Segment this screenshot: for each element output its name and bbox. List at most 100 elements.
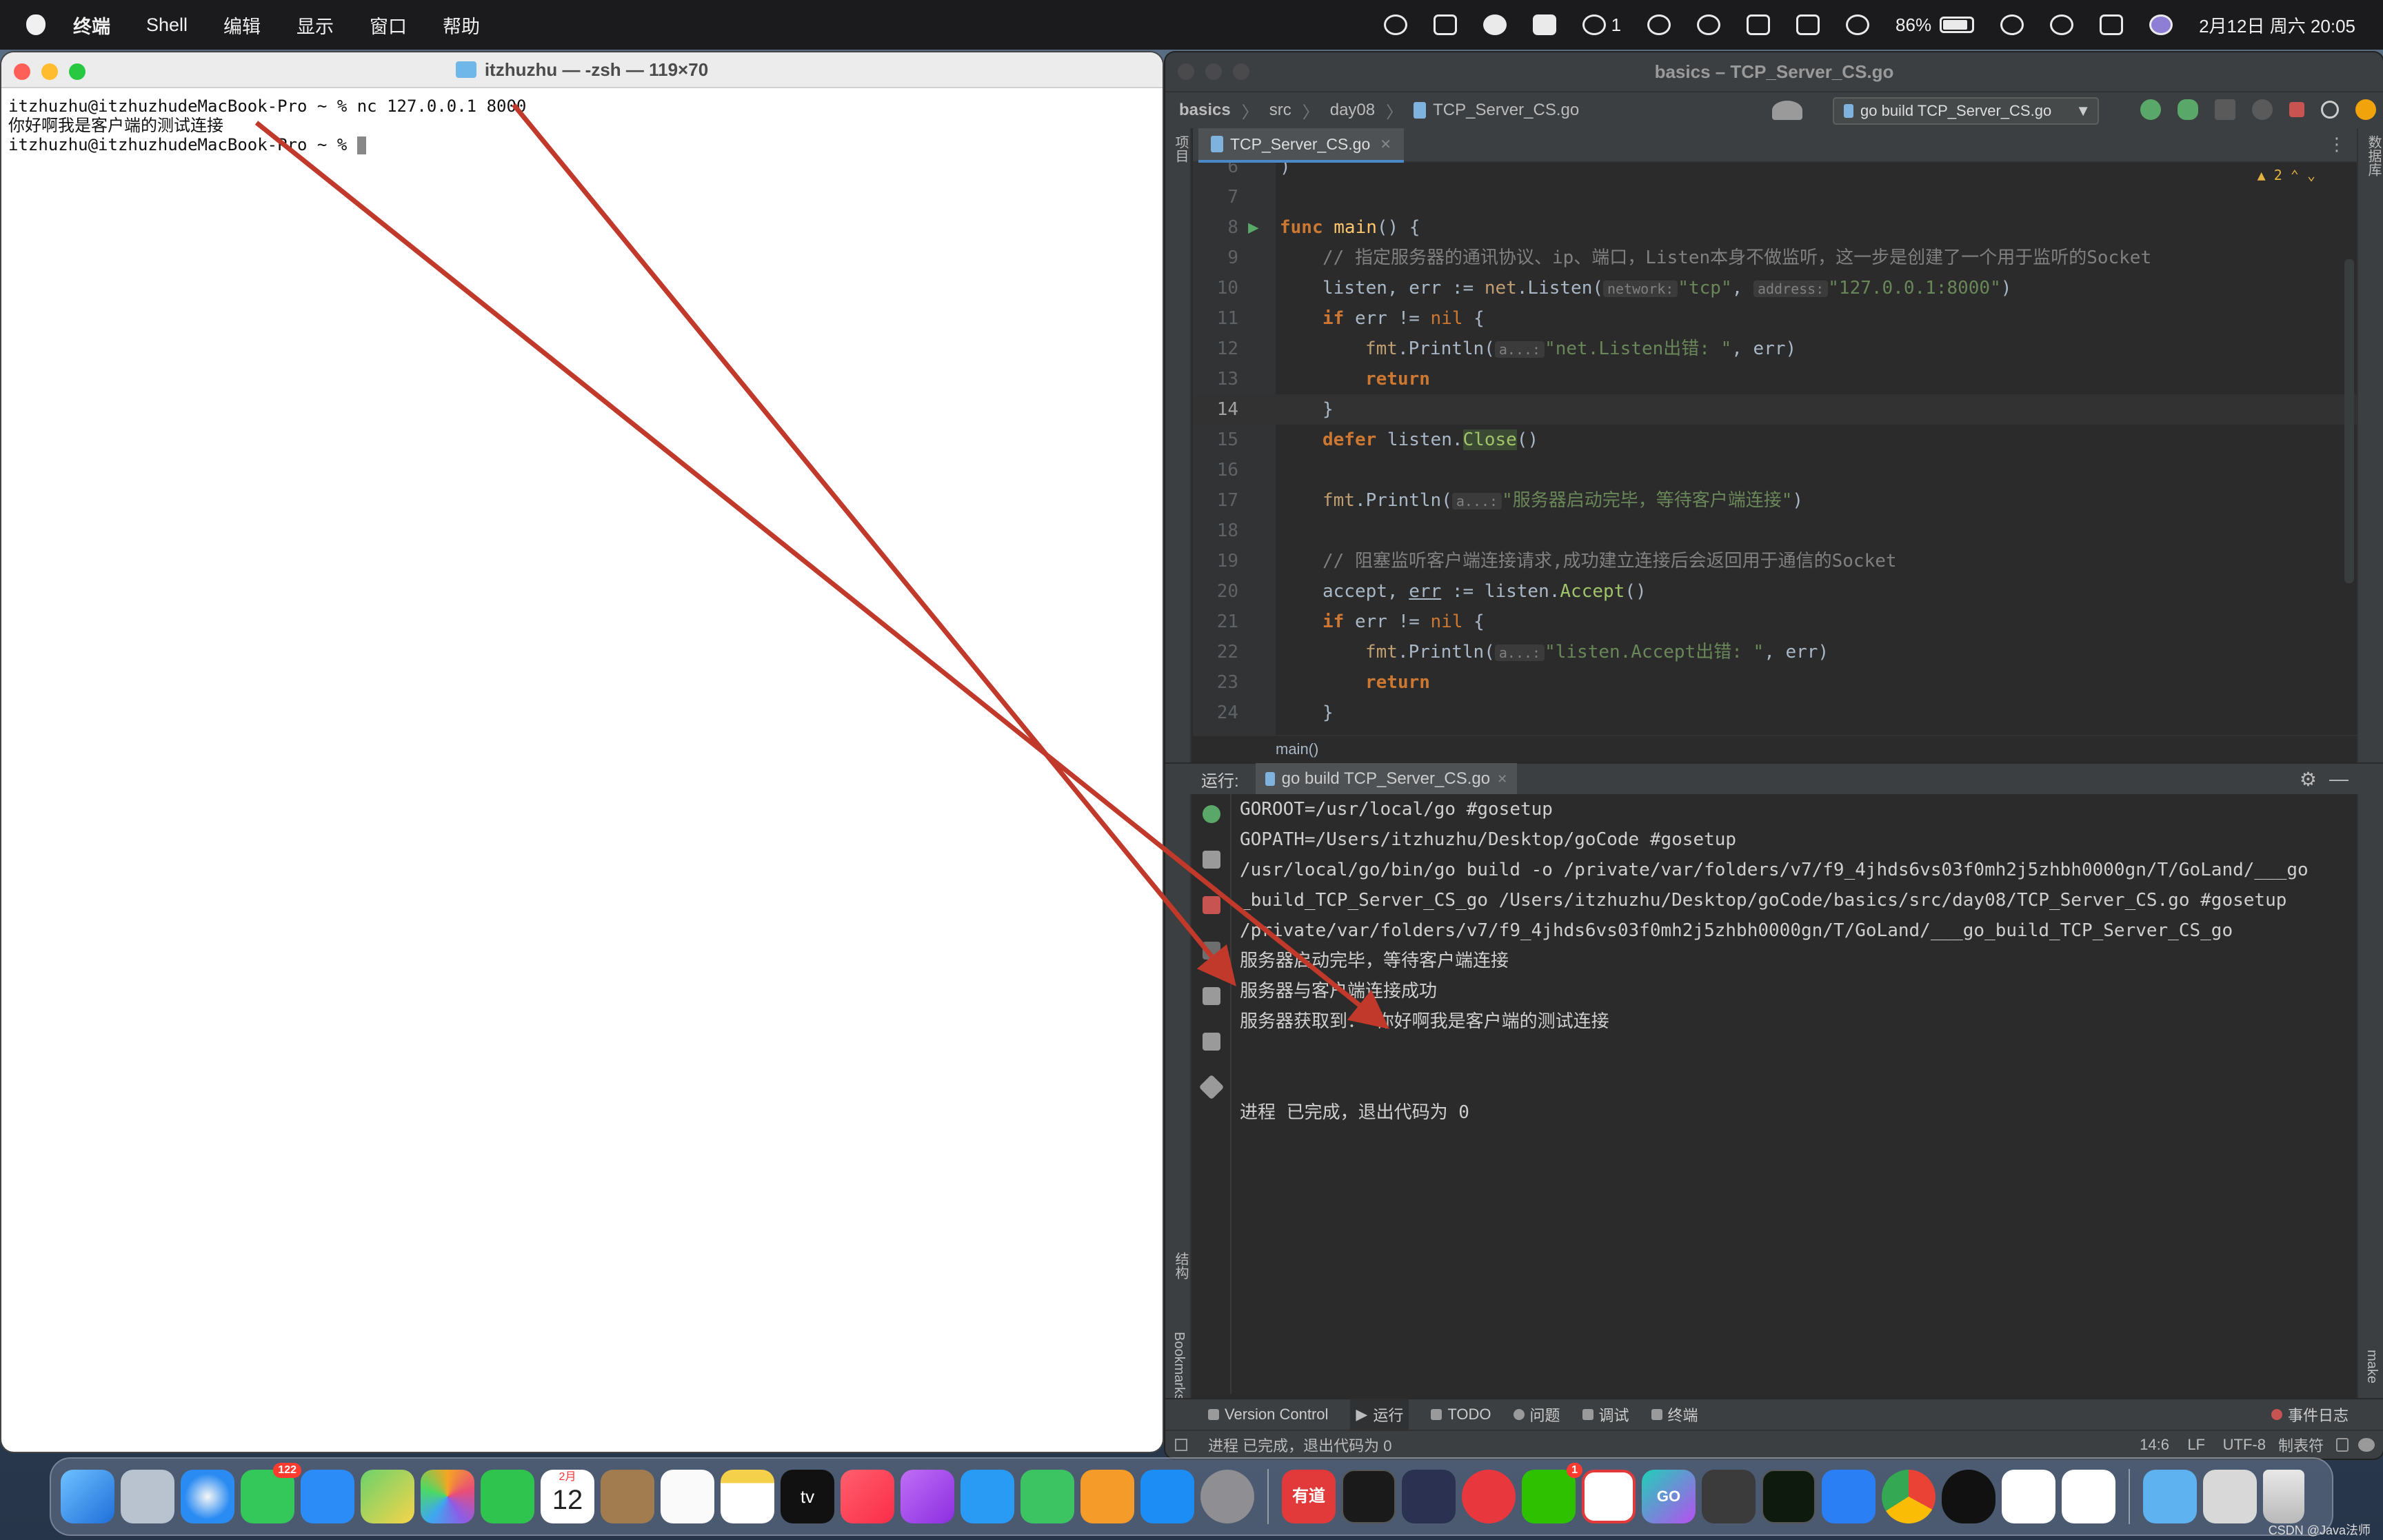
wps-office-icon[interactable]	[1582, 1470, 1636, 1523]
wechat-status[interactable]: 1	[1582, 14, 1621, 36]
facetime-icon[interactable]	[481, 1470, 534, 1523]
close-tab-icon[interactable]: ✕	[1497, 772, 1507, 787]
user-account-icon[interactable]	[1772, 101, 1802, 120]
qq-tray-icon[interactable]	[1697, 14, 1721, 35]
contacts-icon[interactable]	[601, 1470, 654, 1523]
mail-icon[interactable]	[301, 1470, 354, 1523]
pin-icon[interactable]	[1198, 1074, 1225, 1100]
panel-toggle-icon[interactable]	[1175, 1439, 1187, 1451]
version-control-tool[interactable]: Version Control	[1208, 1406, 1328, 1424]
podcasts-icon[interactable]	[901, 1470, 954, 1523]
terminal-content[interactable]: itzhuzhu@itzhuzhudeMacBook-Pro ~ % nc 12…	[1, 88, 1163, 163]
cloud-sync-icon[interactable]	[1383, 14, 1407, 35]
run-gutter-icon[interactable]: ▶	[1248, 212, 1259, 243]
layout-icon[interactable]	[1203, 1033, 1220, 1051]
minimize-panel-icon[interactable]: —	[2329, 768, 2349, 790]
music-icon[interactable]	[841, 1470, 894, 1523]
stop-icon[interactable]	[2289, 102, 2304, 117]
notes-icon[interactable]	[721, 1470, 774, 1523]
apple-menu-icon[interactable]	[26, 14, 46, 35]
menu-app-name[interactable]: 终端	[73, 12, 110, 39]
function-crumb[interactable]: main()	[1276, 740, 1318, 758]
indent-style[interactable]: 制表符	[2278, 1434, 2324, 1456]
gear-icon[interactable]: ⚙	[2300, 768, 2317, 791]
debug-tool[interactable]: 调试	[1582, 1404, 1629, 1426]
xmind-icon[interactable]	[2002, 1470, 2055, 1523]
keynote-icon[interactable]	[961, 1470, 1014, 1523]
terminal-app-icon[interactable]	[1342, 1470, 1396, 1523]
project-tool-button[interactable]: 项目	[1171, 135, 1191, 163]
qq-icon[interactable]	[1942, 1470, 1995, 1523]
stop-icon[interactable]	[1203, 896, 1220, 914]
wechat-icon[interactable]: 1	[1522, 1463, 1582, 1523]
text-tool-icon[interactable]	[1796, 14, 1820, 35]
sublime-text-icon[interactable]	[1702, 1470, 1756, 1523]
menu-shell[interactable]: Shell	[146, 14, 188, 36]
ide-titlebar[interactable]: basics – TCP_Server_CS.go	[1165, 52, 2383, 91]
update-icon[interactable]	[2355, 99, 2376, 120]
antenna-icon[interactable]	[1747, 14, 1771, 35]
goland-icon[interactable]: GO	[1642, 1470, 1696, 1523]
coverage-icon[interactable]	[2215, 99, 2235, 120]
baidu-netdisk-icon[interactable]	[2062, 1470, 2115, 1523]
downloads-folder-icon[interactable]	[2143, 1470, 2197, 1523]
video-app-icon[interactable]	[1402, 1470, 1456, 1523]
file-encoding[interactable]: UTF-8	[2223, 1436, 2266, 1454]
compass-icon[interactable]	[1647, 14, 1671, 35]
terminal-tool[interactable]: 终端	[1651, 1404, 1698, 1426]
editor-breadcrumb[interactable]: main()	[1193, 735, 2357, 762]
tab-tcp-server[interactable]: TCP_Server_CS.go ✕	[1198, 128, 1405, 163]
structure-tool-button[interactable]: 结构	[1171, 1252, 1191, 1279]
memory-indicator-icon[interactable]	[2358, 1438, 2375, 1452]
debug-bug-icon[interactable]	[2178, 99, 2198, 120]
zoom-button[interactable]	[69, 63, 86, 80]
run-tool[interactable]: ▶ 运行	[1350, 1399, 1409, 1430]
reminders-icon[interactable]	[661, 1470, 714, 1523]
problems-tool[interactable]: 问题	[1513, 1404, 1560, 1426]
menu-clock[interactable]: 2月12日 周六 20:05	[2199, 12, 2355, 38]
screenshot-stack-icon[interactable]	[2203, 1470, 2257, 1523]
bookmarks-tool-button[interactable]: Bookmarks	[1171, 1332, 1187, 1401]
run-console[interactable]: GOROOT=/usr/local/go #gosetup GOPATH=/Us…	[1233, 794, 2357, 1398]
launchpad-icon[interactable]	[121, 1470, 174, 1523]
event-log-tool[interactable]: 事件日志	[2271, 1404, 2349, 1426]
make-tool-button[interactable]: make	[2364, 1350, 2380, 1384]
play-icon[interactable]	[1846, 14, 1870, 35]
calendar-icon[interactable]: 2月 12	[541, 1470, 594, 1523]
breadcrumb-day08[interactable]: day08	[1330, 101, 1375, 120]
caret-position[interactable]: 14:6	[2140, 1436, 2169, 1454]
wrench-icon[interactable]	[1203, 851, 1220, 869]
safari-icon[interactable]	[181, 1470, 234, 1523]
messages-icon[interactable]: 122	[241, 1463, 301, 1523]
youdao-icon[interactable]: 有道	[1282, 1470, 1336, 1523]
menu-view[interactable]: 显示	[296, 12, 334, 39]
minimize-button[interactable]	[41, 63, 58, 80]
ide-minimize-button[interactable]	[1205, 63, 1222, 80]
rerun-icon[interactable]	[1203, 805, 1220, 823]
battery-status[interactable]: 86%	[1896, 14, 1975, 36]
system-preferences-icon[interactable]	[1200, 1470, 1254, 1523]
line-separator[interactable]: LF	[2187, 1436, 2205, 1454]
database-tool-button[interactable]: 数据库	[2364, 135, 2383, 176]
trash-icon[interactable]	[2263, 1470, 2304, 1523]
run-configuration-select[interactable]: go build TCP_Server_CS.go ▼	[1833, 97, 2099, 125]
ide-close-button[interactable]	[1178, 63, 1194, 80]
ide-zoom-button[interactable]	[1233, 63, 1249, 80]
app-store-icon[interactable]	[1140, 1470, 1194, 1523]
menu-window[interactable]: 窗口	[370, 12, 407, 39]
scroll-to-end-icon[interactable]	[1203, 942, 1220, 960]
photos-icon[interactable]	[421, 1470, 474, 1523]
finder-icon[interactable]	[61, 1470, 114, 1523]
search-icon[interactable]	[2321, 101, 2339, 119]
wifi-icon[interactable]	[2000, 14, 2024, 35]
lock-icon[interactable]	[2336, 1438, 2349, 1452]
wps-icon[interactable]	[1433, 14, 1457, 35]
netease-music-icon[interactable]	[1462, 1470, 1516, 1523]
terminal-titlebar[interactable]: itzhuzhu — -zsh — 119×70	[1, 52, 1163, 88]
breadcrumb-file[interactable]: TCP_Server_CS.go	[1433, 101, 1579, 120]
code-editor[interactable]: ▲ 2 ⌃ ⌄ 6) 7 8 ▶ func main() { 9// 指定服务器的通…	[1193, 163, 2357, 735]
apple-tv-icon[interactable]: tv	[781, 1470, 834, 1523]
breadcrumb-project[interactable]: basics	[1179, 101, 1231, 120]
menu-edit[interactable]: 编辑	[223, 12, 261, 39]
profile-icon[interactable]	[2252, 99, 2273, 120]
